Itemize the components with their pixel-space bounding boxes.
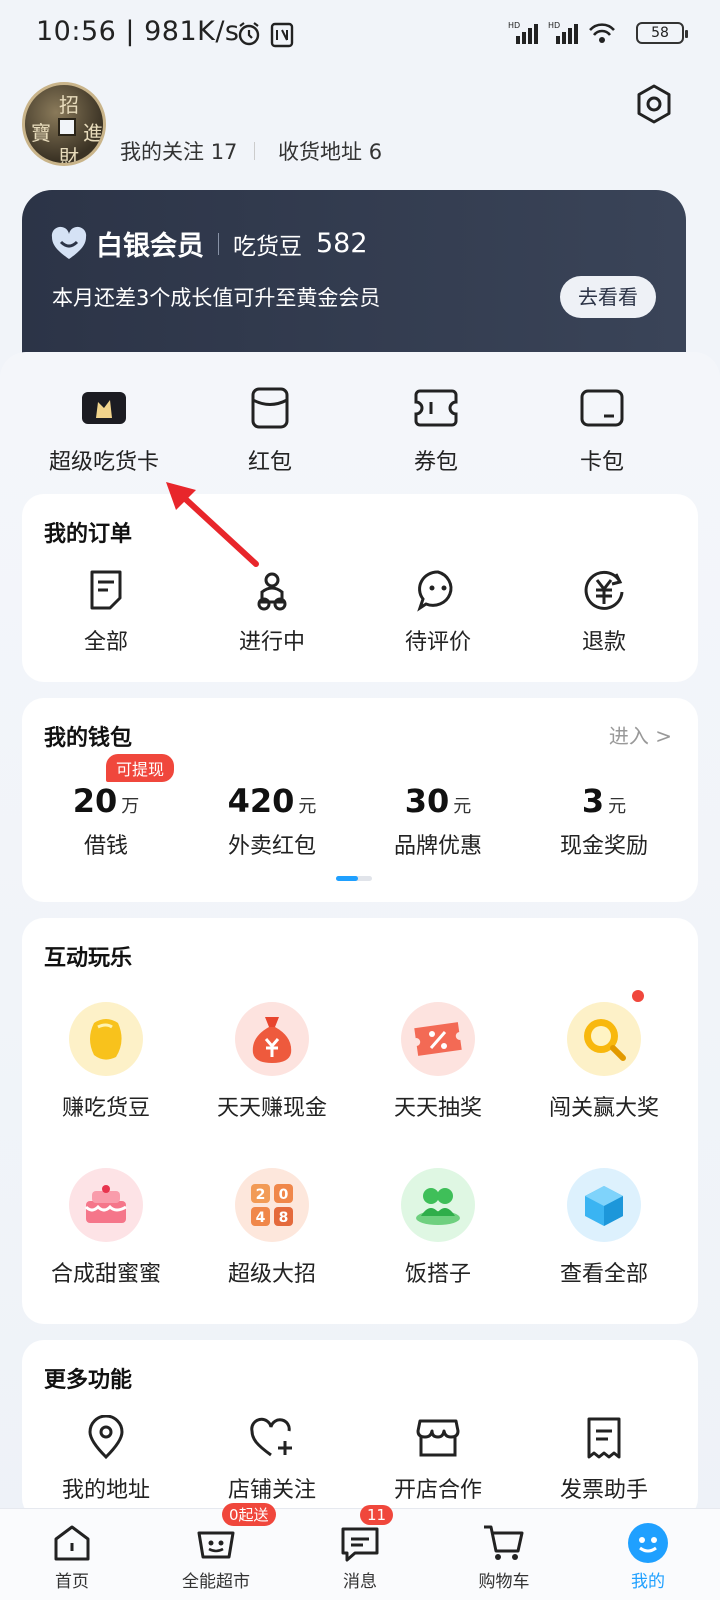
document-icon — [90, 570, 122, 610]
member-badge: 白银会员 吃货豆 582 — [50, 224, 368, 263]
wallet-enter-link[interactable]: 进入 > — [609, 720, 672, 749]
profile-icon — [628, 1523, 668, 1563]
member-heart-icon — [51, 226, 87, 259]
fun-item-cash[interactable]: 天天赚现金 — [188, 1002, 356, 1122]
bottom-tab-bar: 首页 全能超市 0起送 消息 11 购物车 我的 — [0, 1503, 720, 1600]
quick-link-red-packet[interactable]: 红包 — [186, 384, 354, 476]
cart-icon — [484, 1525, 524, 1560]
tile-2048-digit: 2 — [256, 1187, 266, 1203]
signal-icon: HD HD — [508, 21, 615, 44]
order-in-progress[interactable]: 进行中 — [188, 566, 356, 656]
fun-item-challenge[interactable]: 闯关赢大奖 — [520, 1002, 688, 1122]
annotation-arrow — [166, 482, 259, 567]
wallet-item-loan[interactable]: 20 万 借钱 — [22, 782, 190, 860]
fun-item-lottery[interactable]: 天天抽奖 — [354, 1002, 522, 1122]
card-wallet-icon — [580, 389, 624, 427]
cake-icon — [84, 1185, 127, 1223]
new-dot-badge — [632, 990, 644, 1002]
wallet-title: 我的钱包 — [44, 726, 133, 751]
supermarket-badge: 0起送 — [222, 1503, 276, 1526]
tile-2048-digit: 4 — [256, 1210, 266, 1226]
tile-2048-digit: 0 — [279, 1187, 289, 1203]
beans-value: 582 — [316, 228, 368, 259]
home-icon — [54, 1525, 90, 1561]
status-left-icons — [238, 20, 298, 52]
wallet-item-cash[interactable]: 3元 现金奖励 — [520, 782, 688, 860]
order-to-review[interactable]: 待评价 — [354, 566, 522, 656]
messages-badge: 11 — [360, 1505, 394, 1525]
quick-link-coupon[interactable]: 券包 — [352, 384, 520, 476]
invoice-icon — [587, 1417, 621, 1459]
page-indicator — [336, 876, 372, 881]
member-level: 白银会员 — [96, 231, 204, 262]
svg-text:HD: HD — [548, 21, 560, 30]
red-packet-icon — [251, 387, 289, 429]
tab-messages[interactable]: 消息 11 — [288, 1505, 432, 1600]
fun-item-merge[interactable]: 合成甜蜜蜜 — [22, 1168, 190, 1288]
order-all[interactable]: 全部 — [22, 566, 190, 656]
tab-mine[interactable]: 我的 — [576, 1509, 720, 1600]
status-time: 10:56 | 981K/s — [36, 16, 240, 47]
fun-title: 互动玩乐 — [44, 946, 133, 971]
tab-cart[interactable]: 购物车 — [432, 1509, 576, 1600]
tab-home[interactable]: 首页 — [0, 1509, 144, 1600]
money-bag-icon — [252, 1017, 292, 1063]
settings-icon[interactable] — [632, 82, 676, 126]
fun-item-meal-buddy[interactable]: 饭搭子 — [354, 1168, 522, 1288]
refund-icon — [584, 570, 624, 610]
beans-label: 吃货豆 — [233, 233, 302, 260]
game-2048-icon: 2 0 4 8 — [251, 1184, 293, 1226]
comment-icon — [417, 570, 453, 612]
location-icon — [88, 1415, 124, 1460]
more-title: 更多功能 — [44, 1368, 133, 1393]
battery-indicator: 58 — [636, 22, 688, 44]
svg-text:HD: HD — [508, 21, 520, 30]
tab-supermarket[interactable]: 全能超市 0起送 — [144, 1503, 288, 1600]
lottery-ticket-icon — [414, 1022, 462, 1056]
magnifier-coin-icon — [584, 1019, 626, 1061]
wallet-card: 我的钱包 进入 > 20 万 借钱 可提现 420 元 外卖红包 30 元 品牌优惠 … — [22, 698, 698, 902]
shop-icon — [416, 1419, 460, 1457]
avatar[interactable]: 招 寶 進 財 — [22, 82, 106, 166]
order-refund[interactable]: 退款 — [520, 566, 688, 656]
view-member-button[interactable]: 去看看 — [560, 276, 656, 318]
fun-card: 互动玩乐 赚吃货豆 天天赚现金 天天抽奖 闯关赢大奖 合成甜蜜蜜 2 0 4 8… — [22, 918, 698, 1324]
wallet-item-brand[interactable]: 30 元 品牌优惠 — [354, 782, 522, 860]
more-item-follow-shop[interactable]: 店铺关注 — [188, 1414, 356, 1504]
address-link[interactable]: 收货地址 6 — [278, 136, 382, 166]
tile-2048-digit: 8 — [279, 1210, 289, 1226]
more-item-open-shop[interactable]: 开店合作 — [354, 1414, 522, 1504]
quick-link-card-wallet[interactable]: 卡包 — [518, 384, 686, 476]
more-card: 更多功能 我的地址 店铺关注 开店合作 发票助手 — [22, 1340, 698, 1520]
friends-icon — [416, 1188, 460, 1225]
fun-item-view-all[interactable]: 查看全部 — [520, 1168, 688, 1288]
fun-item-beans[interactable]: 赚吃货豆 — [22, 1002, 190, 1122]
following-link[interactable]: 我的关注 17 — [120, 136, 237, 166]
orders-card: 我的订单 全部 进行中 待评价 退款 — [22, 494, 698, 682]
cube-icon — [585, 1186, 623, 1226]
bean-icon — [90, 1019, 122, 1060]
alarm-icon — [238, 22, 294, 48]
status-right-icons: HD HD 58 — [508, 20, 688, 46]
divider — [254, 142, 255, 160]
more-item-invoice[interactable]: 发票助手 — [520, 1414, 688, 1504]
quick-link-super-card[interactable]: 超级吃货卡 — [20, 384, 188, 476]
member-tip: 本月还差3个成长值可升至黄金会员 — [52, 286, 381, 310]
status-bar: 10:56 | 981K/s HD HD 58 — [0, 0, 720, 70]
basket-icon — [197, 1531, 235, 1559]
heart-plus-icon — [250, 1417, 292, 1457]
message-icon — [341, 1527, 379, 1562]
coupon-icon — [414, 389, 458, 427]
wallet-item-red-packet[interactable]: 420 元 外卖红包 — [188, 782, 356, 860]
fun-item-2048[interactable]: 2 0 4 8 超级大招 — [188, 1168, 356, 1288]
more-item-address[interactable]: 我的地址 — [22, 1414, 190, 1504]
withdrawable-tag: 可提现 — [106, 754, 175, 782]
crown-card-icon — [82, 392, 126, 424]
orders-title: 我的订单 — [44, 522, 133, 547]
